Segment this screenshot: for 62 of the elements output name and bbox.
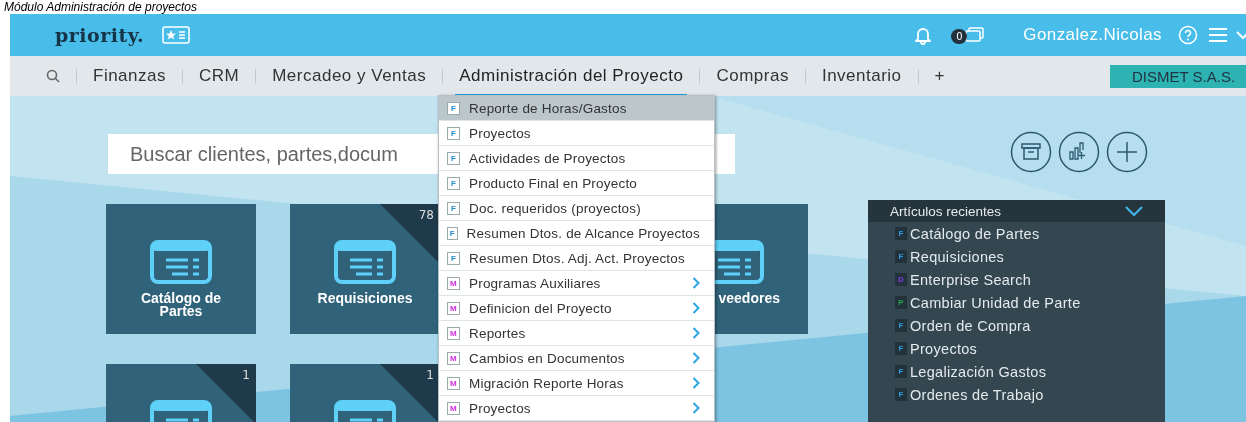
tile-count: 78 — [418, 208, 434, 222]
module-tab[interactable]: CRM — [195, 58, 244, 97]
notification-bell-icon[interactable] — [913, 25, 934, 45]
module-tab[interactable]: Compras — [712, 58, 793, 97]
menu-item[interactable]: M Reportes — [439, 321, 714, 346]
menu-icon[interactable] — [1208, 27, 1228, 43]
menu-item[interactable]: M Proyectos — [439, 396, 714, 421]
plus-icon[interactable] — [1106, 131, 1148, 173]
recent-item[interactable]: P Cambiar Unidad de Parte — [868, 291, 1081, 314]
recent-item[interactable]: F Ordenes de Trabajo — [868, 383, 1044, 406]
tile-label: Requisiciones — [316, 292, 414, 305]
favorites-card-icon[interactable] — [162, 26, 191, 44]
module-tile[interactable]: Catálogo de Partes — [106, 204, 256, 334]
archive-box-icon[interactable] — [1010, 131, 1052, 173]
chevron-right-icon[interactable] — [692, 302, 700, 314]
menu-item[interactable]: M Programas Auxiliares — [439, 271, 714, 296]
windows-icon[interactable] — [965, 27, 986, 43]
recent-item[interactable]: F Legalización Gastos — [868, 360, 1047, 383]
module-tile[interactable]: 78 Requisiciones — [290, 204, 440, 334]
menu-item[interactable]: M Definicion del Proyecto — [439, 296, 714, 321]
recent-item[interactable]: D Enterprise Search — [868, 268, 1032, 291]
add-chart-icon[interactable] — [1058, 131, 1100, 173]
menu-item[interactable]: F Producto Final en Proyecto — [439, 171, 714, 196]
form-window-icon — [150, 240, 212, 284]
page-caption: Módulo Administración de proyectos — [3, 0, 198, 14]
tile-corner-drawing — [196, 364, 256, 422]
chevron-down-icon[interactable] — [1125, 206, 1143, 216]
company-label[interactable]: DISMET S.A.S. — [1110, 64, 1246, 88]
module-tab[interactable]: Finanzas — [89, 58, 170, 97]
logo: priority. — [55, 24, 145, 46]
menu-item[interactable]: F Resumen Dtos. de Alcance Proyectos — [439, 221, 714, 246]
menu-item[interactable]: M Migración Reporte Horas — [439, 371, 714, 396]
recent-item[interactable]: F Orden de Compra — [868, 314, 1031, 337]
chevron-right-icon[interactable] — [692, 277, 700, 289]
chevron-right-icon[interactable] — [692, 327, 700, 339]
menu-item[interactable]: F Resumen Dtos. Adj. Act. Proyectos — [439, 246, 714, 271]
recent-item[interactable]: F Catálogo de Partes — [868, 222, 1040, 245]
menu-item[interactable]: M Cambios en Documentos — [439, 346, 714, 371]
tile-corner-drawing — [380, 364, 440, 422]
module-tab[interactable]: Inventario — [817, 58, 906, 97]
search-icon[interactable] — [46, 69, 60, 83]
module-tab[interactable]: + — [930, 58, 950, 97]
panel-title: Artículos recientes — [890, 203, 1002, 219]
module-tab[interactable]: Mercadeo y Ventas — [268, 58, 431, 97]
menu-item[interactable]: F Proyectos — [439, 121, 714, 146]
module-tile[interactable]: 1 — [290, 364, 440, 422]
menu-item[interactable]: F Doc. requeridos (proyectos) — [439, 196, 714, 221]
tile-count: 1 — [426, 368, 434, 382]
recent-item[interactable]: F Requisiciones — [868, 245, 1005, 268]
module-tile[interactable]: 1 — [106, 364, 256, 422]
menu-item[interactable]: F Actividades de Proyectos — [439, 146, 714, 171]
tile-label: veedores — [718, 292, 780, 305]
window-count-badge: 0 — [951, 29, 968, 44]
help-icon[interactable] — [1178, 25, 1198, 45]
form-window-icon — [334, 240, 396, 284]
chevron-right-icon[interactable] — [692, 402, 700, 414]
tile-label: Catálogo de Partes — [139, 292, 223, 318]
recent-item[interactable]: F Proyectos — [868, 337, 978, 360]
chevron-right-icon[interactable] — [692, 352, 700, 364]
tile-count: 1 — [242, 368, 250, 382]
menu-item[interactable]: F Reporte de Horas/Gastos — [439, 96, 714, 121]
chevron-right-icon[interactable] — [692, 377, 700, 389]
